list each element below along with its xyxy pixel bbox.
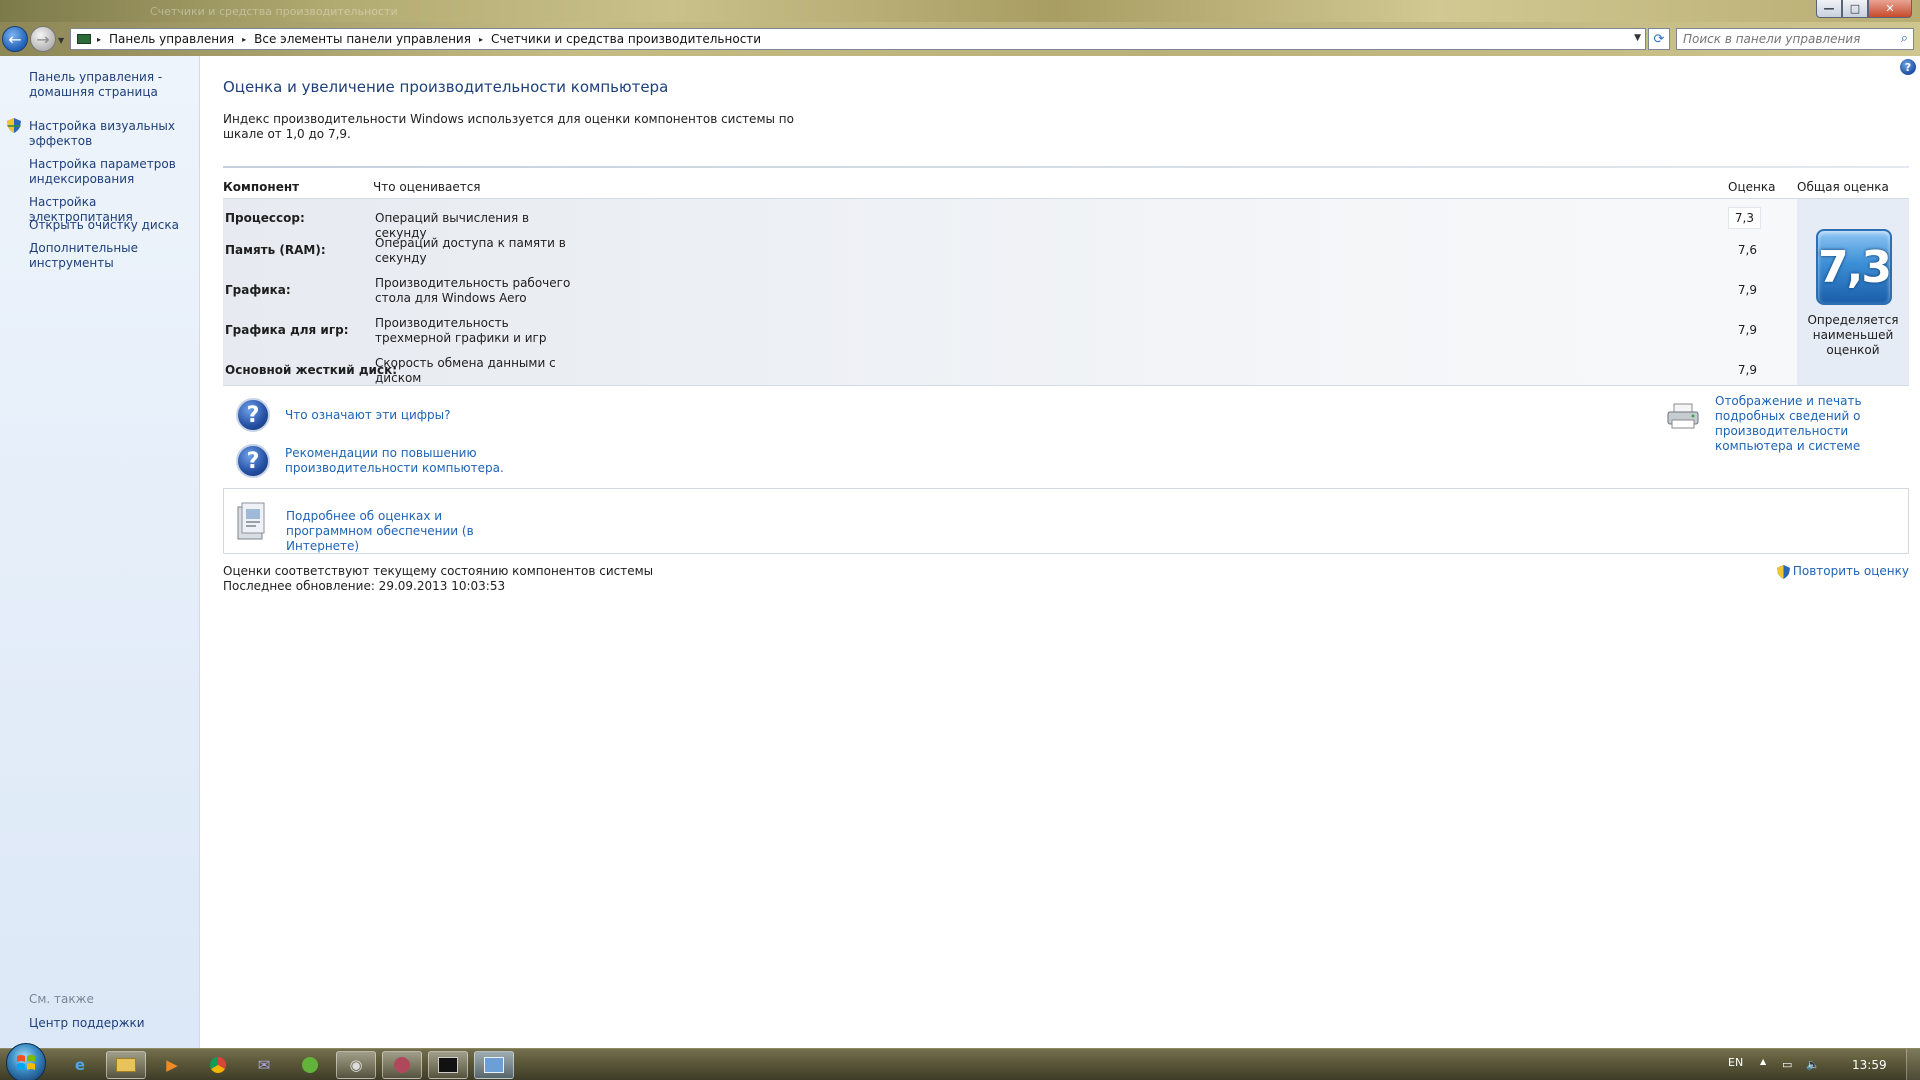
component-description: Производительность рабочего стола для Wi… (375, 276, 571, 305)
show-hidden-icons-button[interactable]: ▲ (1760, 1057, 1766, 1066)
more-info-panel: Подробнее об оценках и программном обесп… (223, 488, 1909, 554)
window-title: Счетчики и средства производительности (150, 5, 398, 18)
table-row: Графика: Производительность рабочего сто… (223, 269, 1765, 307)
question-icon: ? (236, 398, 270, 432)
title-bar: Счетчики и средства производительности —… (0, 0, 1920, 22)
breadcrumb-all-items[interactable]: Все элементы панели управления (254, 32, 471, 46)
mail-icon[interactable]: ✉ (244, 1051, 284, 1079)
component-score: 7,9 (1737, 363, 1757, 377)
table-header: Компонент Что оценивается Оценка Общая о… (223, 168, 1909, 198)
main-content: ? Оценка и увеличение производительности… (200, 56, 1920, 1048)
address-dropdown-button[interactable]: ▼ (1634, 33, 1641, 43)
ie-icon[interactable]: e (60, 1051, 100, 1079)
volume-icon[interactable]: 🔈 (1806, 1058, 1820, 1071)
forward-button[interactable]: → (30, 26, 56, 52)
base-score-caption: Определяется наименьшей оценкой (1807, 313, 1899, 357)
sidebar-item-visual-effects[interactable]: Настройка визуальных эффектов (29, 119, 194, 149)
component-score: 7,3 (1727, 207, 1761, 229)
start-button[interactable] (6, 1043, 46, 1080)
last-update-line: Последнее обновление: 29.09.2013 10:03:5… (223, 579, 506, 593)
recent-pages-button[interactable]: ▼ (58, 36, 64, 45)
breadcrumb-control-panel[interactable]: Панель управления (109, 32, 234, 46)
app-icon[interactable]: ◉ (336, 1051, 376, 1079)
cmd-icon[interactable] (428, 1051, 468, 1079)
component-score: 7,6 (1737, 243, 1757, 257)
chrome-icon[interactable] (198, 1051, 238, 1079)
table-row: Процессор: Операций вычисления в секунду… (223, 203, 1765, 240)
explorer-icon[interactable] (106, 1051, 146, 1079)
column-header-what: Что оценивается (373, 180, 481, 194)
component-score: 7,9 (1737, 283, 1757, 297)
base-score-panel: 7,3 Определяется наименьшей оценкой (1797, 199, 1909, 385)
refresh-button[interactable]: ⟳ (1648, 28, 1670, 50)
component-name: Основной жесткий диск: (225, 363, 398, 377)
component-name: Память (RAM): (225, 243, 326, 257)
table-row: Графика для игр: Производительность трех… (223, 309, 1765, 347)
search-input[interactable] (1677, 29, 1887, 49)
back-button[interactable]: ← (2, 26, 28, 52)
shield-icon (7, 118, 21, 133)
component-name: Процессор: (225, 211, 305, 225)
column-header-score: Оценка (1728, 180, 1776, 194)
column-header-component: Компонент (223, 180, 300, 194)
table-body: Процессор: Операций вычисления в секунду… (223, 198, 1909, 386)
status-line: Оценки соответствуют текущему состоянию … (223, 564, 654, 578)
score-table: Компонент Что оценивается Оценка Общая о… (223, 166, 1909, 386)
table-row: Основной жесткий диск: Скорость обмена д… (223, 349, 1765, 387)
close-button[interactable]: ✕ (1868, 0, 1912, 18)
rerun-assessment-label[interactable]: Повторить оценку (1793, 564, 1909, 579)
windows-logo-icon (17, 1055, 35, 1070)
clock[interactable]: 13:59 (1852, 1058, 1887, 1072)
taskbar: e ▶ ✉ ◉ EN ▲ ▭ 🔈 13:59 (0, 1043, 1920, 1080)
network-icon[interactable]: ▭ (1782, 1058, 1792, 1071)
media-player-icon[interactable]: ▶ (152, 1051, 192, 1079)
utorrent-icon[interactable] (290, 1051, 330, 1079)
sidebar: Панель управления - домашняя страница На… (0, 56, 200, 1048)
maximize-button[interactable]: □ (1842, 0, 1868, 18)
breadcrumb-separator[interactable]: ▸ (479, 35, 483, 44)
minimize-button[interactable]: — (1816, 0, 1842, 18)
what-numbers-mean-link[interactable]: Что означают эти цифры? (285, 408, 451, 423)
print-details-link[interactable]: Отображение и печать подробных сведений … (1715, 394, 1920, 454)
sidebar-item-support-center[interactable]: Центр поддержки (29, 1016, 145, 1030)
page-title: Оценка и увеличение производительности к… (223, 78, 669, 96)
software-box-icon (237, 502, 265, 540)
control-panel-icon (77, 34, 91, 44)
component-name: Графика: (225, 283, 291, 297)
language-indicator[interactable]: EN (1728, 1056, 1743, 1069)
column-header-base-score: Общая оценка (1797, 180, 1889, 194)
component-description: Операций доступа к памяти в секунду (375, 236, 566, 265)
component-name: Графика для игр: (225, 323, 349, 337)
question-icon: ? (236, 444, 270, 478)
performance-icon[interactable] (474, 1051, 514, 1079)
see-also-heading: См. также (29, 992, 94, 1006)
online-info-link[interactable]: Подробнее об оценках и программном обесп… (286, 509, 526, 554)
sidebar-item-disk-cleanup[interactable]: Открыть очистку диска (29, 218, 194, 233)
component-description: Скорость обмена данными с диском (375, 356, 556, 385)
help-icon[interactable]: ? (1900, 59, 1916, 75)
show-desktop-button[interactable] (1906, 1049, 1920, 1080)
status-text: Оценки соответствуют текущему состоянию … (223, 564, 653, 594)
window-controls: — □ ✕ (1816, 0, 1912, 18)
app2-icon[interactable] (382, 1051, 422, 1079)
sidebar-item-home[interactable]: Панель управления - домашняя страница (29, 70, 194, 100)
search-icon[interactable]: ⌕ (1901, 31, 1908, 46)
breadcrumb-separator[interactable]: ▸ (97, 35, 101, 44)
performance-tips-link[interactable]: Рекомендации по повышению производительн… (285, 446, 505, 476)
sidebar-item-indexing[interactable]: Настройка параметров индексирования (29, 157, 194, 187)
breadcrumb-separator[interactable]: ▸ (242, 35, 246, 44)
rerun-assessment-button[interactable]: Повторить оценку (1776, 564, 1909, 579)
navigation-bar: ← → ▼ ▸ Панель управления ▸ Все элементы… (0, 22, 1920, 56)
base-score-badge: 7,3 (1816, 229, 1892, 305)
printer-icon (1667, 403, 1699, 429)
sidebar-item-advanced-tools[interactable]: Дополнительные инструменты (29, 241, 194, 271)
component-score: 7,9 (1737, 323, 1757, 337)
table-row: Память (RAM): Операций доступа к памяти … (223, 229, 1765, 267)
component-description: Производительность трехмерной графики и … (375, 316, 547, 345)
search-box: ⌕ (1676, 28, 1914, 50)
breadcrumb-performance[interactable]: Счетчики и средства производительности (491, 32, 761, 46)
shield-icon (1776, 564, 1790, 579)
page-description: Индекс производительности Windows исполь… (223, 112, 794, 141)
address-bar[interactable]: ▸ Панель управления ▸ Все элементы панел… (70, 28, 1646, 50)
